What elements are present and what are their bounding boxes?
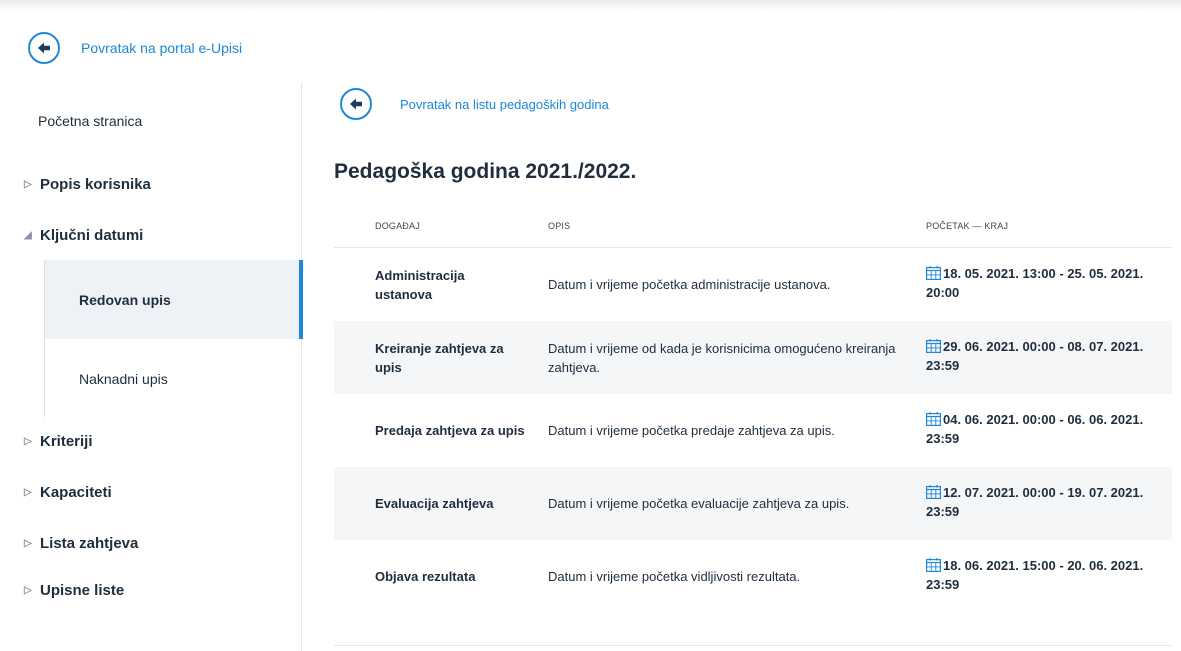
calendar-icon bbox=[926, 485, 941, 499]
triangle-right-icon: ▷ bbox=[24, 585, 32, 596]
date-range-text: 12. 07. 2021. 00:00 - 19. 07. 2021. 23:5… bbox=[926, 485, 1144, 519]
portal-back-label[interactable]: Povratak na portal e-Upisi bbox=[81, 40, 242, 56]
sidebar-item-home[interactable]: Početna stranica bbox=[38, 113, 142, 129]
event-cell: Administracija ustanova bbox=[375, 267, 465, 302]
event-cell: Kreiranje zahtjeva za upis bbox=[375, 340, 504, 375]
triangle-right-icon: ▷ bbox=[24, 436, 32, 447]
triangle-right-icon: ▷ bbox=[24, 538, 32, 549]
column-header-description: OPIS bbox=[548, 221, 571, 231]
year-list-back-link[interactable]: Povratak na listu pedagoških godina bbox=[340, 88, 609, 120]
sidebar-item-label: Popis korisnika bbox=[40, 176, 151, 193]
calendar-icon bbox=[926, 339, 941, 353]
sidebar-item-upisne-liste[interactable]: ▷ Upisne liste bbox=[24, 582, 124, 599]
date-range-cell: 12. 07. 2021. 00:00 - 19. 07. 2021. 23:5… bbox=[926, 467, 1161, 540]
year-list-back-label[interactable]: Povratak na listu pedagoških godina bbox=[400, 97, 609, 112]
triangle-right-icon: ▷ bbox=[24, 179, 32, 190]
column-header-event: DOGAĐAJ bbox=[375, 221, 420, 231]
sidebar-item-popis-korisnika[interactable]: ▷ Popis korisnika bbox=[24, 176, 151, 193]
table-row[interactable]: Administracija ustanova Datum i vrijeme … bbox=[334, 248, 1172, 321]
sidebar-subitem-naknadni-upis[interactable]: Naknadni upis bbox=[45, 339, 303, 418]
date-range-text: 29. 06. 2021. 00:00 - 08. 07. 2021. 23:5… bbox=[926, 339, 1144, 373]
date-range-cell: 18. 05. 2021. 13:00 - 25. 05. 2021. 20:0… bbox=[926, 248, 1161, 321]
sidebar-subnav: Redovan upis Naknadni upis bbox=[44, 260, 303, 418]
table-header: DOGAĐAJ OPIS POČETAK — KRAJ bbox=[334, 210, 1172, 248]
sidebar-item-label: Ključni datumi bbox=[40, 227, 144, 244]
sidebar-item-label: Kapaciteti bbox=[40, 484, 112, 501]
triangle-right-icon: ▷ bbox=[24, 487, 32, 498]
calendar-icon bbox=[926, 558, 941, 572]
top-shadow bbox=[0, 0, 1181, 12]
arrow-left-icon bbox=[350, 98, 362, 110]
sidebar-item-lista-zahtjeva[interactable]: ▷ Lista zahtjeva bbox=[24, 535, 138, 552]
back-circle-button[interactable] bbox=[340, 88, 372, 120]
table-row[interactable]: Evaluacija zahtjeva Datum i vrijeme poče… bbox=[334, 467, 1172, 540]
table-bottom-divider bbox=[334, 645, 1172, 646]
event-cell: Objava rezultata bbox=[375, 569, 476, 584]
sidebar-item-kljucni-datumi[interactable]: ◢ Ključni datumi bbox=[24, 227, 143, 244]
date-range-text: 18. 05. 2021. 13:00 - 25. 05. 2021. 20:0… bbox=[926, 266, 1144, 300]
sidebar-subitem-redovan-upis[interactable]: Redovan upis bbox=[45, 260, 303, 339]
portal-back-link[interactable]: Povratak na portal e-Upisi bbox=[28, 32, 242, 64]
sidebar-item-label: Lista zahtjeva bbox=[40, 535, 139, 552]
calendar-icon bbox=[926, 266, 941, 280]
date-range-text: 18. 06. 2021. 15:00 - 20. 06. 2021. 23:5… bbox=[926, 558, 1144, 592]
description-cell: Datum i vrijeme početka predaje zahtjeva… bbox=[548, 423, 835, 438]
main-content: Povratak na listu pedagoških godina Peda… bbox=[302, 82, 1181, 651]
table-row[interactable]: Objava rezultata Datum i vrijeme početka… bbox=[334, 540, 1172, 613]
sidebar-item-kapaciteti[interactable]: ▷ Kapaciteti bbox=[24, 484, 112, 501]
sidebar-item-label: Upisne liste bbox=[40, 582, 125, 599]
triangle-down-icon: ◢ bbox=[24, 230, 32, 241]
date-range-text: 04. 06. 2021. 00:00 - 06. 06. 2021. 23:5… bbox=[926, 412, 1144, 446]
column-header-range: POČETAK — KRAJ bbox=[926, 221, 1009, 231]
sidebar-item-kriteriji[interactable]: ▷ Kriteriji bbox=[24, 433, 93, 450]
date-range-cell: 04. 06. 2021. 00:00 - 06. 06. 2021. 23:5… bbox=[926, 394, 1161, 467]
calendar-icon bbox=[926, 412, 941, 426]
event-cell: Evaluacija zahtjeva bbox=[375, 496, 494, 511]
date-range-cell: 18. 06. 2021. 15:00 - 20. 06. 2021. 23:5… bbox=[926, 540, 1161, 613]
description-cell: Datum i vrijeme početka evaluacije zahtj… bbox=[548, 496, 850, 511]
date-range-cell: 29. 06. 2021. 00:00 - 08. 07. 2021. 23:5… bbox=[926, 321, 1161, 394]
description-cell: Datum i vrijeme početka administracije u… bbox=[548, 277, 831, 292]
back-circle-button[interactable] bbox=[28, 32, 60, 64]
table-row[interactable]: Kreiranje zahtjeva za upis Datum i vrije… bbox=[334, 321, 1172, 394]
sidebar-item-label: Kriteriji bbox=[40, 433, 93, 450]
table-row[interactable]: Predaja zahtjeva za upis Datum i vrijeme… bbox=[334, 394, 1172, 467]
page-title: Pedagoška godina 2021./2022. bbox=[334, 160, 637, 183]
event-cell: Predaja zahtjeva za upis bbox=[375, 423, 525, 438]
description-cell: Datum i vrijeme od kada je korisnicima o… bbox=[548, 340, 896, 375]
arrow-left-icon bbox=[38, 42, 50, 54]
sidebar: Početna stranica ▷ Popis korisnika ◢ Klj… bbox=[0, 82, 303, 651]
description-cell: Datum i vrijeme početka vidljivosti rezu… bbox=[548, 569, 801, 584]
